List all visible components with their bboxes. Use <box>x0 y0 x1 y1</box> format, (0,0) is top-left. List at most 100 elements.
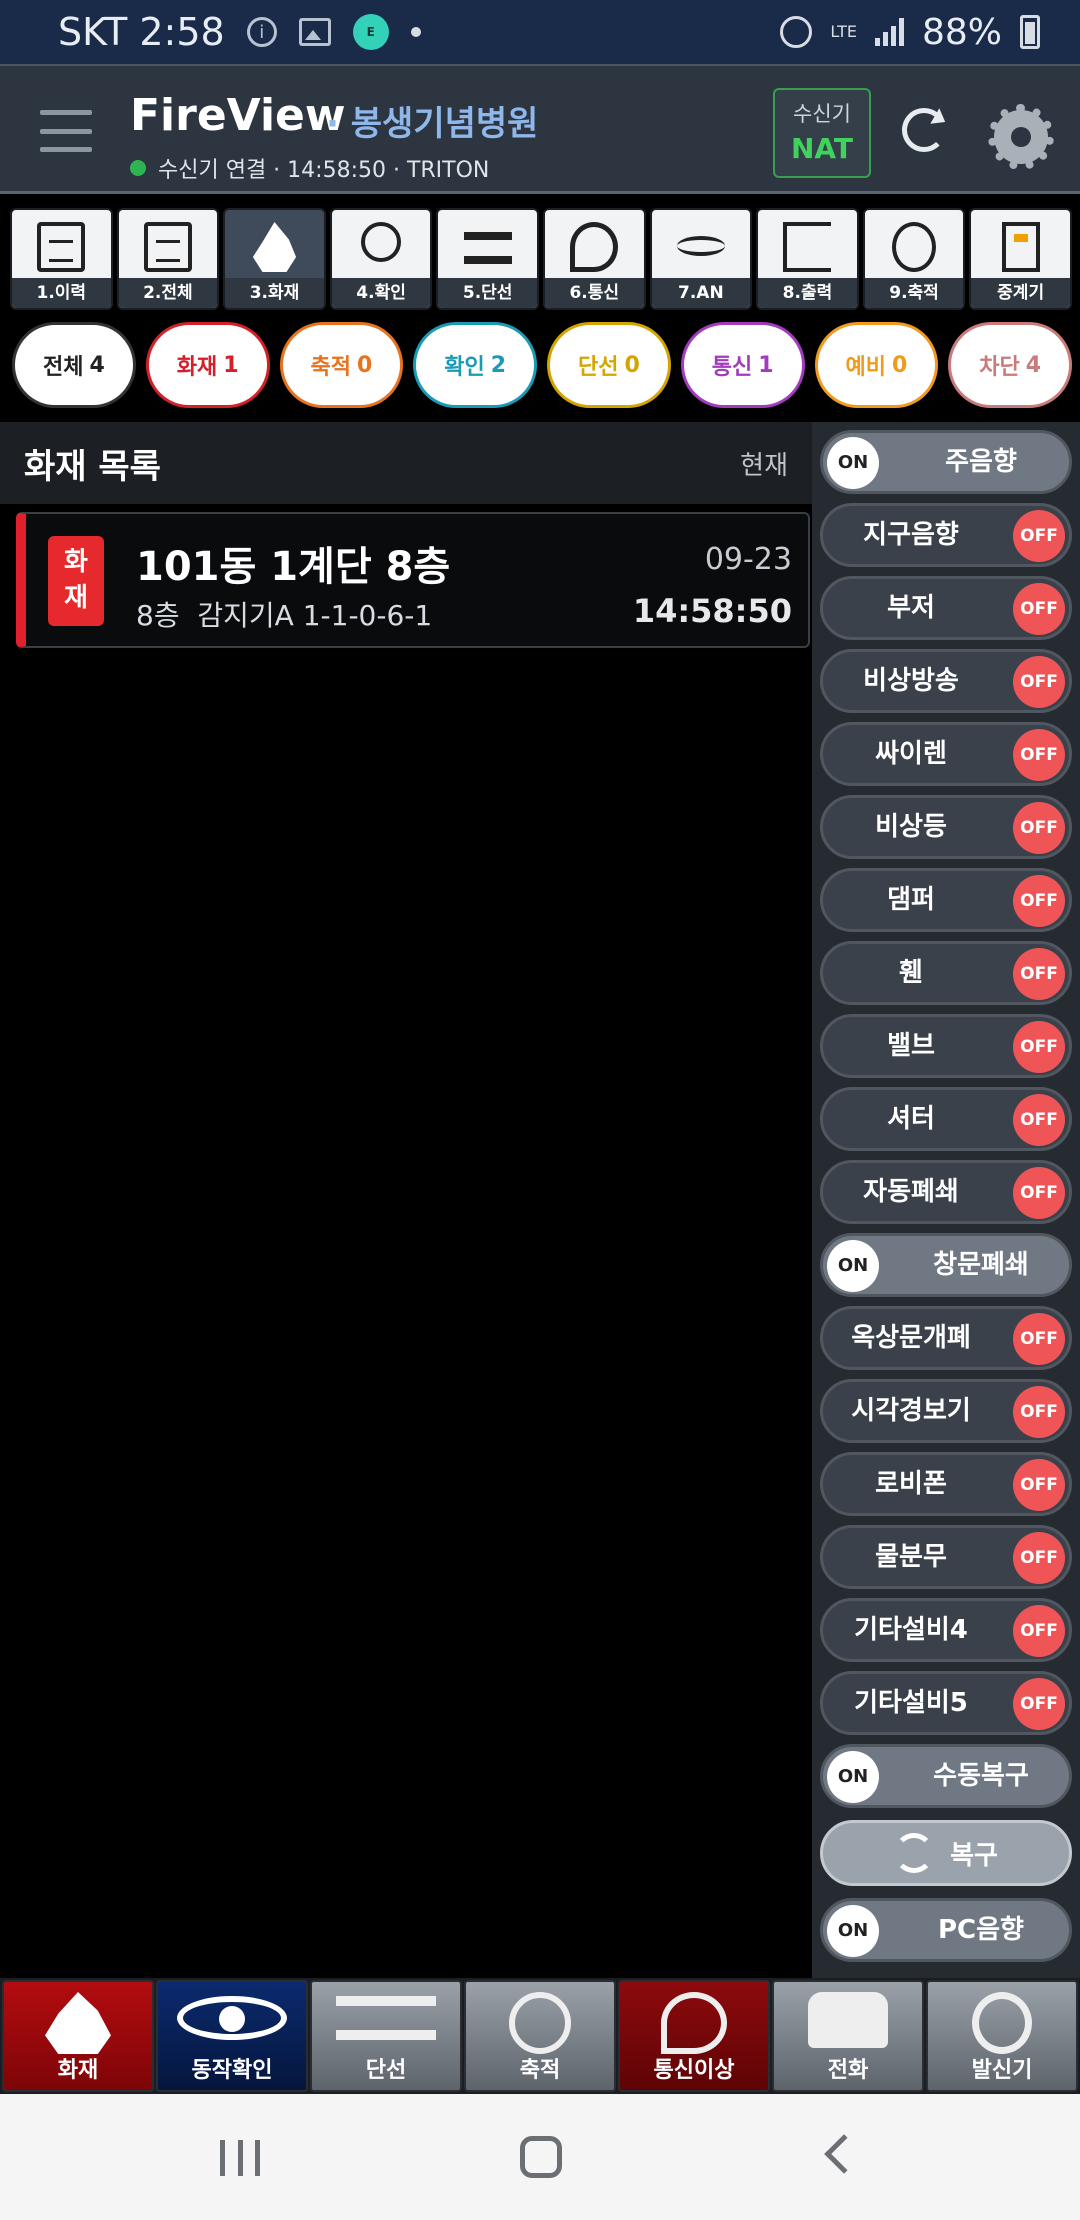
toggle-buzzer[interactable]: 부저 OFF <box>820 576 1072 640</box>
filter-blocked[interactable]: 차단 4 <box>948 322 1072 408</box>
filter-chips: 전체 4 화재 1 축적 0 확인 2 단선 0 통신 1 예비 0 차단 4 <box>12 322 1072 408</box>
app-header: FireView · 봉생기념병원 수신기 연결 · 14:58:50 · TR… <box>0 64 1080 194</box>
toggle-fan[interactable]: 휀 OFF <box>820 941 1072 1005</box>
filter-check[interactable]: 확인 2 <box>413 322 537 408</box>
alarm-icon <box>780 16 813 48</box>
filter-disconnect[interactable]: 단선 0 <box>547 322 671 408</box>
event-detail: 8층 감지기A 1-1-0-6-1 <box>136 599 433 632</box>
phone-button[interactable]: 전화 <box>772 1980 924 2092</box>
sync-icon <box>894 1833 935 1873</box>
back-icon[interactable] <box>824 2134 864 2174</box>
search-check-icon <box>361 222 402 262</box>
satellite-dish-icon <box>570 222 619 272</box>
function-bar: 화재 동작확인 단선 축적 통신이상 전화 발신기 <box>0 1978 1080 2094</box>
satellite-dish-icon <box>661 1992 727 2054</box>
signal-icon <box>874 18 904 46</box>
recent-apps-icon[interactable] <box>220 2140 260 2176</box>
toggle-zone-sound[interactable]: 지구음향 OFF <box>820 503 1072 567</box>
event-time: 14:58:50 <box>632 592 792 630</box>
bell-icon <box>972 1992 1032 2054</box>
category-tabs: 1.이력 2.전체 3.화재 4.확인 5.단선 6.통신 7.AN 8.출력 <box>10 208 1072 310</box>
tab-relay[interactable]: 중계기 <box>969 208 1072 310</box>
system-nav-bar <box>0 2094 1080 2220</box>
tab-all[interactable]: 2.전체 <box>116 208 220 310</box>
fire-list-panel: 화재 목록 현재 화 재 101동 1계단 8층 8층 감지기A 1-1-0-6… <box>0 422 812 1978</box>
history-doc-icon <box>37 222 86 272</box>
receiver-label: 수신기 <box>793 102 851 126</box>
accumulate-button[interactable]: 축적 <box>464 1980 616 2092</box>
list-title: 화재 목록 <box>24 446 161 487</box>
exit-icon <box>783 222 832 272</box>
phone-icon <box>808 1992 888 2048</box>
tab-communication[interactable]: 6.통신 <box>542 208 646 310</box>
transmitter-button[interactable]: 발신기 <box>926 1980 1078 2092</box>
filter-fire[interactable]: 화재 1 <box>145 322 270 408</box>
tab-an[interactable]: 7.AN <box>649 208 753 310</box>
toggle-other-4[interactable]: 기타설비4 OFF <box>820 1598 1072 1662</box>
toggle-rooftop-door[interactable]: 옥상문개폐 OFF <box>820 1306 1072 1370</box>
lte-icon: LTE <box>830 22 857 41</box>
image-icon <box>298 18 331 46</box>
toggle-visual-alarm[interactable]: 시각경보기 OFF <box>820 1379 1072 1443</box>
clock-icon <box>892 222 937 272</box>
broken-line-icon <box>336 1996 436 2040</box>
toggle-manual-reset[interactable]: ON 수동복구 <box>820 1744 1072 1808</box>
battery-percent: 88% <box>921 11 1002 53</box>
toggle-valve[interactable]: 밸브 OFF <box>820 1014 1072 1078</box>
toggle-emergency-light[interactable]: 비상등 OFF <box>820 795 1072 859</box>
tab-accumulate[interactable]: 9.축적 <box>862 208 966 310</box>
event-title: 101동 1계단 8층 <box>136 544 451 590</box>
refresh-icon[interactable] <box>902 108 946 152</box>
operation-check-button[interactable]: 동작확인 <box>156 1980 308 2092</box>
battery-charging-icon <box>1020 15 1040 49</box>
all-docs-icon <box>143 222 192 272</box>
reset-button[interactable]: 복구 <box>820 1820 1072 1886</box>
tab-disconnect[interactable]: 5.단선 <box>436 208 539 310</box>
menu-icon[interactable] <box>40 110 92 152</box>
app-notification-icon: E <box>352 14 389 50</box>
connection-text: 수신기 연결 · 14:58:50 · TRITON <box>158 158 490 183</box>
list-header: 화재 목록 현재 <box>0 422 812 504</box>
fire-icon <box>252 222 297 272</box>
toggle-window-close[interactable]: ON 창문폐쇄 <box>820 1233 1072 1297</box>
relay-icon <box>1001 222 1040 272</box>
connection-dot-icon <box>130 160 146 176</box>
filter-accumulate[interactable]: 축적 0 <box>279 322 404 408</box>
gear-icon[interactable] <box>988 104 1054 170</box>
carrier-time: SKT 2:58 <box>58 10 225 54</box>
app-title: FireView <box>130 90 346 141</box>
toggle-shutter[interactable]: 셔터 OFF <box>820 1087 1072 1151</box>
disconnect-button[interactable]: 단선 <box>310 1980 462 2092</box>
tab-check[interactable]: 4.확인 <box>329 208 433 310</box>
fire-button[interactable]: 화재 <box>2 1980 154 2092</box>
fire-badge: 화 재 <box>48 536 104 626</box>
eye-icon <box>177 1996 287 2040</box>
fire-icon <box>45 1992 111 2054</box>
tab-output[interactable]: 8.출력 <box>756 208 859 310</box>
toggle-auto-close[interactable]: 자동폐쇄 OFF <box>820 1160 1072 1224</box>
receiver-mode: NAT <box>790 132 854 165</box>
toggle-lobby-phone[interactable]: 로비폰 OFF <box>820 1452 1072 1516</box>
toggle-siren[interactable]: 싸이렌 OFF <box>820 722 1072 786</box>
control-panel: ON 주음향 지구음향 OFF 부저 OFF 비상방송 OFF 싸이렌 OFF 비상등 OF… <box>812 422 1080 1978</box>
home-icon[interactable] <box>520 2136 562 2178</box>
filter-communication[interactable]: 통신 1 <box>680 322 805 408</box>
event-date: 09-23 <box>704 542 792 577</box>
receiver-mode-badge[interactable]: 수신기 NAT <box>773 88 871 178</box>
toggle-water-spray[interactable]: 물분무 OFF <box>820 1525 1072 1589</box>
list-item[interactable]: 화 재 101동 1계단 8층 8층 감지기A 1-1-0-6-1 09-23 … <box>16 512 810 648</box>
more-notifications-icon <box>410 27 421 37</box>
communication-error-button[interactable]: 통신이상 <box>618 1980 770 2092</box>
clock-icon <box>509 1992 571 2054</box>
tab-fire[interactable]: 3.화재 <box>223 208 326 310</box>
toggle-other-5[interactable]: 기타설비5 OFF <box>820 1671 1072 1735</box>
toggle-pc-sound[interactable]: ON PC음향 <box>820 1898 1072 1962</box>
toggle-main-sound[interactable]: ON 주음향 <box>820 430 1072 494</box>
tab-history[interactable]: 1.이력 <box>10 208 113 310</box>
connection-status: 수신기 연결 · 14:58:50 · TRITON <box>130 152 489 184</box>
status-bar: SKT 2:58 i E LTE 88% <box>0 0 1080 64</box>
toggle-damper[interactable]: 댐퍼 OFF <box>820 868 1072 932</box>
filter-all[interactable]: 전체 4 <box>12 322 136 408</box>
filter-spare[interactable]: 예비 0 <box>814 322 939 408</box>
toggle-emergency-broadcast[interactable]: 비상방송 OFF <box>820 649 1072 713</box>
